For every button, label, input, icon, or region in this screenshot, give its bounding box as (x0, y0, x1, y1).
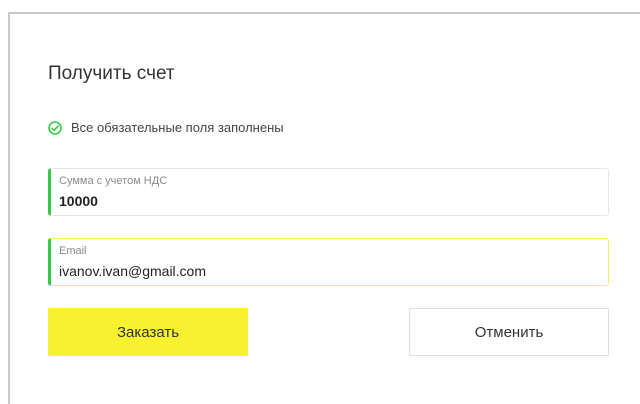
amount-field[interactable]: Сумма с учетом НДС 10000 (48, 168, 609, 216)
cancel-button[interactable]: Отменить (409, 308, 609, 356)
email-field[interactable]: Email ivanov.ivan@gmail.com (48, 238, 609, 286)
dialog-title: Получить счет (48, 63, 175, 84)
amount-field-value[interactable]: 10000 (59, 193, 98, 209)
order-button[interactable]: Заказать (48, 308, 248, 356)
status-text: Все обязательные поля заполнены (71, 120, 284, 135)
email-field-value[interactable]: ivanov.ivan@gmail.com (59, 263, 206, 279)
check-circle-icon (48, 120, 62, 135)
amount-field-label: Сумма с учетом НДС (59, 175, 168, 187)
validation-status: Все обязательные поля заполнены (48, 120, 284, 135)
invoice-dialog: Получить счет Все обязательные поля запо… (8, 12, 640, 404)
email-field-label: Email (59, 245, 87, 257)
